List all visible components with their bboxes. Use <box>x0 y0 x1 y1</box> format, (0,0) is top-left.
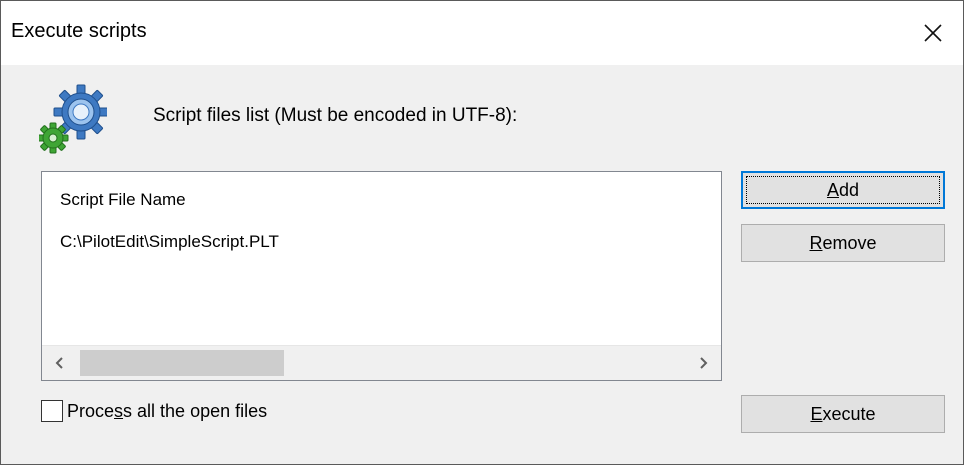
scroll-left-button[interactable] <box>42 346 78 380</box>
checkbox-box[interactable] <box>41 400 63 422</box>
horizontal-scrollbar[interactable] <box>42 345 721 380</box>
execute-button-label: Execute <box>810 403 876 424</box>
script-files-list[interactable]: Script File Name C:\PilotEdit\SimpleScri… <box>41 171 722 381</box>
remove-button-label: Remove <box>809 232 877 253</box>
gears-icon <box>39 84 107 154</box>
close-icon <box>924 24 942 42</box>
script-list-label: Script files list (Must be encoded in UT… <box>153 105 518 126</box>
list-item[interactable]: C:\PilotEdit\SimpleScript.PLT <box>60 232 279 252</box>
chevron-right-icon <box>700 357 708 369</box>
add-button[interactable]: Add <box>741 171 945 209</box>
checkbox-label[interactable]: Process all the open files <box>67 401 267 422</box>
chevron-left-icon <box>55 357 63 369</box>
scroll-right-button[interactable] <box>685 346 721 380</box>
process-all-open-files-checkbox[interactable]: Process all the open files <box>41 400 267 422</box>
scrollbar-thumb[interactable] <box>80 350 284 376</box>
close-button[interactable] <box>903 1 963 65</box>
execute-button[interactable]: Execute <box>741 395 945 433</box>
title-bar[interactable]: Execute scripts <box>1 1 963 65</box>
column-header-script-file-name[interactable]: Script File Name <box>60 190 186 210</box>
execute-scripts-dialog: Execute scripts Script files list (Must … <box>0 0 964 465</box>
dialog-title: Execute scripts <box>11 20 147 42</box>
remove-button[interactable]: Remove <box>741 224 945 262</box>
focus-ring <box>746 176 940 204</box>
